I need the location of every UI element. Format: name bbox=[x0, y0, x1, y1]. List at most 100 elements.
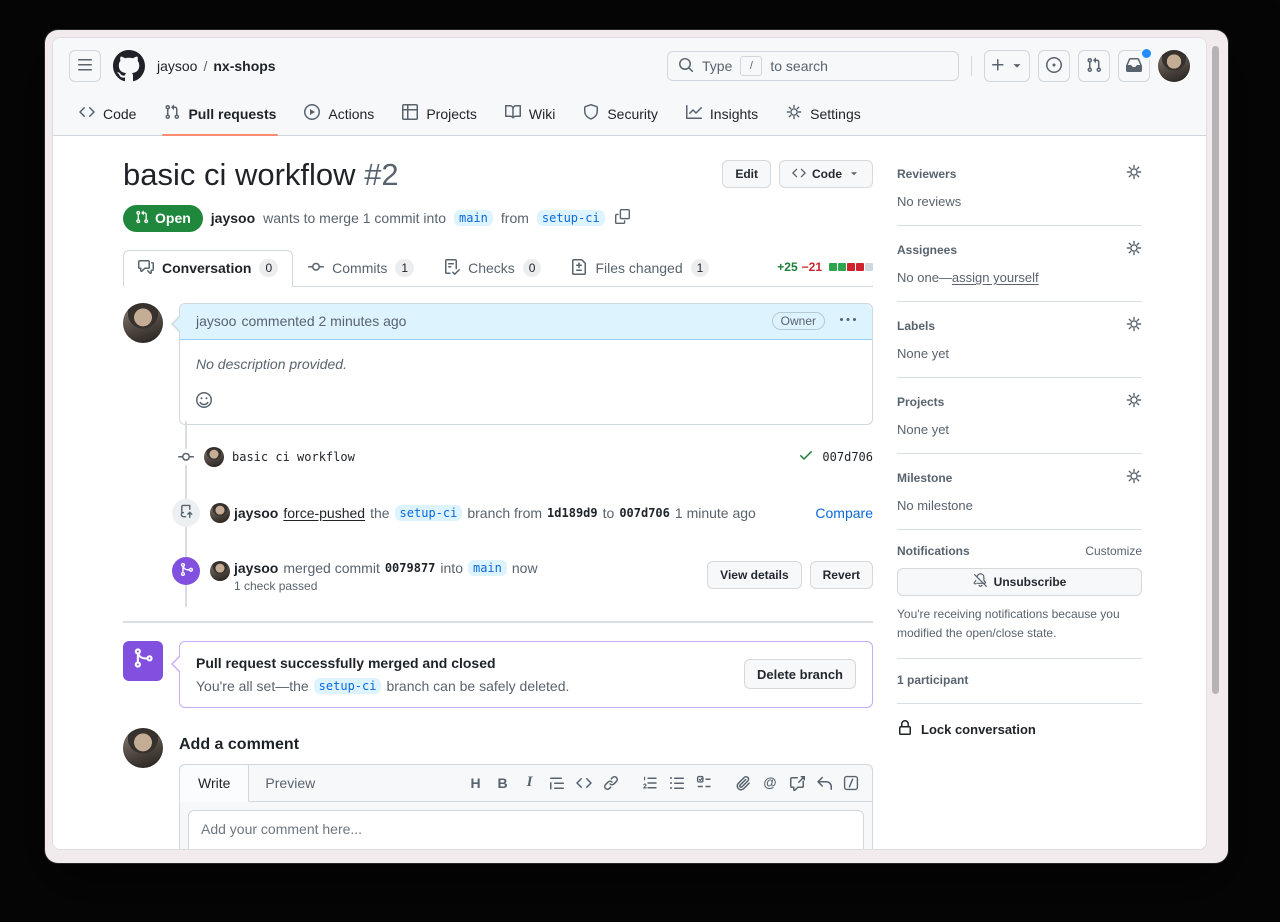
numbered-list-icon[interactable] bbox=[636, 770, 663, 796]
bullet-list-icon[interactable] bbox=[663, 770, 690, 796]
italic-icon[interactable]: I bbox=[516, 770, 543, 796]
actor-login[interactable]: jaysoo bbox=[234, 560, 278, 576]
slash-command-icon[interactable] bbox=[837, 770, 864, 796]
commit-sha-link[interactable]: 007d706 bbox=[822, 450, 873, 464]
tab-files-changed[interactable]: Files changed 1 bbox=[556, 250, 724, 287]
diffstat-block bbox=[829, 263, 837, 271]
gear-icon[interactable] bbox=[1126, 468, 1142, 487]
add-reaction-icon[interactable] bbox=[196, 392, 212, 408]
actor-avatar[interactable] bbox=[210, 561, 230, 581]
mention-icon[interactable] bbox=[756, 770, 783, 796]
comment-author-avatar[interactable] bbox=[123, 303, 163, 343]
comment-author[interactable]: jaysoo bbox=[196, 313, 236, 329]
window-scrollbar[interactable] bbox=[1212, 46, 1219, 694]
head-branch-chip[interactable]: setup-ci bbox=[314, 678, 382, 694]
view-details-button[interactable]: View details bbox=[707, 561, 801, 589]
unsubscribe-label: Unsubscribe bbox=[994, 575, 1067, 589]
breadcrumb-owner[interactable]: jaysoo bbox=[157, 58, 197, 74]
gear-icon[interactable] bbox=[1126, 164, 1142, 183]
write-tab[interactable]: Write bbox=[179, 764, 249, 802]
comment-textarea[interactable] bbox=[188, 810, 864, 850]
copy-branch-icon[interactable] bbox=[615, 209, 630, 227]
assign-yourself-link[interactable]: assign yourself bbox=[952, 270, 1039, 285]
code-dropdown-button[interactable]: Code bbox=[779, 160, 873, 188]
head-branch-chip[interactable]: setup-ci bbox=[537, 210, 605, 226]
new-sha[interactable]: 007d706 bbox=[619, 506, 670, 520]
chevron-down-icon bbox=[1010, 58, 1024, 75]
comment-form: Write Preview H B I bbox=[179, 764, 873, 850]
task-list-icon[interactable] bbox=[690, 770, 717, 796]
merge-commit-sha[interactable]: 0079877 bbox=[385, 561, 436, 575]
edit-button[interactable]: Edit bbox=[722, 160, 771, 188]
heading-icon[interactable]: H bbox=[462, 770, 489, 796]
merged-body-post: branch can be safely deleted. bbox=[386, 678, 569, 694]
nav-tab-security[interactable]: Security bbox=[573, 92, 668, 135]
cross-reference-icon[interactable] bbox=[783, 770, 810, 796]
gear-icon[interactable] bbox=[1126, 392, 1142, 411]
graph-icon bbox=[686, 104, 702, 123]
nav-tab-label: Projects bbox=[426, 106, 477, 122]
projects-title: Projects bbox=[897, 395, 944, 409]
lock-conversation-button[interactable]: Lock conversation bbox=[897, 704, 1142, 755]
commit-message-link[interactable]: basic ci workflow bbox=[232, 450, 355, 464]
current-user-avatar[interactable] bbox=[123, 728, 163, 768]
commit-author-avatar[interactable] bbox=[204, 447, 224, 467]
nav-tab-wiki[interactable]: Wiki bbox=[495, 92, 565, 135]
breadcrumb-repo[interactable]: nx-shops bbox=[213, 58, 275, 74]
nav-tab-projects[interactable]: Projects bbox=[392, 92, 487, 135]
head-branch-chip[interactable]: setup-ci bbox=[395, 505, 463, 521]
compare-link[interactable]: Compare bbox=[815, 505, 873, 521]
gear-icon[interactable] bbox=[1126, 316, 1142, 335]
delete-branch-button[interactable]: Delete branch bbox=[744, 659, 856, 689]
tab-label: Conversation bbox=[162, 260, 251, 276]
git-commit-icon bbox=[178, 449, 194, 465]
customize-link[interactable]: Customize bbox=[1085, 544, 1142, 558]
markdown-toolbar: H B I bbox=[454, 765, 872, 801]
nav-tab-pull-requests[interactable]: Pull requests bbox=[154, 92, 286, 135]
slash-key-hint: / bbox=[740, 56, 762, 76]
saved-reply-icon[interactable] bbox=[810, 770, 837, 796]
github-logo-icon[interactable] bbox=[113, 50, 145, 82]
nav-tab-settings[interactable]: Settings bbox=[776, 92, 871, 135]
actor-login[interactable]: jaysoo bbox=[234, 505, 278, 521]
link-icon[interactable] bbox=[597, 770, 624, 796]
reviewers-value: No reviews bbox=[897, 194, 1142, 209]
quote-icon[interactable] bbox=[543, 770, 570, 796]
force-pushed-link[interactable]: force-pushed bbox=[283, 505, 365, 521]
sidebar-section-labels: Labels None yet bbox=[897, 302, 1142, 378]
preview-tab[interactable]: Preview bbox=[249, 765, 331, 801]
base-branch-chip[interactable]: main bbox=[454, 210, 493, 226]
nav-tab-insights[interactable]: Insights bbox=[676, 92, 768, 135]
base-branch-chip[interactable]: main bbox=[468, 560, 507, 576]
old-sha[interactable]: 1d189d9 bbox=[547, 506, 598, 520]
unsubscribe-button[interactable]: Unsubscribe bbox=[897, 568, 1142, 596]
git-pull-request-icon bbox=[164, 104, 180, 123]
tab-commits[interactable]: Commits 1 bbox=[293, 250, 429, 287]
gear-icon[interactable] bbox=[1126, 240, 1142, 259]
tab-checks[interactable]: Checks 0 bbox=[429, 250, 556, 287]
code-icon[interactable] bbox=[570, 770, 597, 796]
nav-tab-actions[interactable]: Actions bbox=[294, 92, 384, 135]
pr-author[interactable]: jaysoo bbox=[211, 210, 255, 226]
diffstat-additions: +25 bbox=[777, 260, 797, 274]
hamburger-menu-button[interactable] bbox=[69, 50, 101, 82]
search-input[interactable]: Type / to search bbox=[667, 51, 959, 81]
user-avatar[interactable] bbox=[1158, 50, 1190, 82]
check-icon[interactable] bbox=[798, 447, 814, 466]
attach-file-icon[interactable] bbox=[729, 770, 756, 796]
check-status-text[interactable]: 1 check passed bbox=[234, 579, 538, 593]
bold-icon[interactable]: B bbox=[489, 770, 516, 796]
pr-tab-bar: Conversation 0 Commits 1 Checks 0 bbox=[123, 250, 873, 287]
tab-counter: 1 bbox=[691, 259, 710, 277]
search-placeholder-suffix: to search bbox=[770, 58, 828, 74]
nav-tab-label: Pull requests bbox=[188, 106, 276, 122]
assignees-value: No one— bbox=[897, 270, 952, 285]
tab-conversation[interactable]: Conversation 0 bbox=[123, 250, 293, 287]
revert-button[interactable]: Revert bbox=[810, 561, 873, 589]
pull-requests-button[interactable] bbox=[1078, 50, 1110, 82]
kebab-menu-icon[interactable] bbox=[840, 312, 856, 331]
actor-avatar[interactable] bbox=[210, 503, 230, 523]
create-new-button[interactable] bbox=[984, 50, 1030, 82]
issues-button[interactable] bbox=[1038, 50, 1070, 82]
nav-tab-code[interactable]: Code bbox=[69, 92, 146, 135]
